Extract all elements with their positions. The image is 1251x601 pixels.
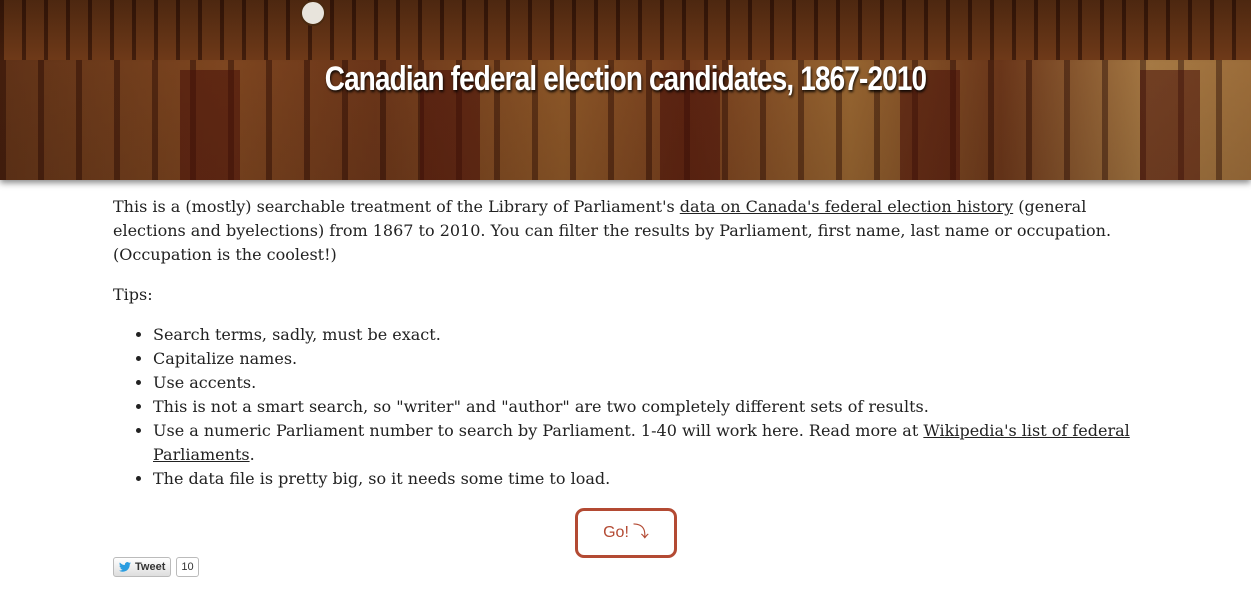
intro-paragraph: This is a (mostly) searchable treatment … bbox=[113, 195, 1143, 267]
tip-item: The data file is pretty big, so it needs… bbox=[153, 467, 1143, 491]
tip-item: Use accents. bbox=[153, 371, 1143, 395]
tips-list: Search terms, sadly, must be exact. Capi… bbox=[113, 323, 1143, 491]
main-content: This is a (mostly) searchable treatment … bbox=[113, 195, 1143, 507]
go-button-label: Go! bbox=[603, 524, 629, 541]
go-button-wrap: Go! ⤵ bbox=[575, 508, 677, 558]
curved-arrow-icon: ⤵ bbox=[632, 524, 649, 541]
tweet-button[interactable]: Tweet bbox=[113, 557, 172, 577]
election-history-link[interactable]: data on Canada's federal election histor… bbox=[680, 197, 1013, 216]
tip-item: Capitalize names. bbox=[153, 347, 1143, 371]
tip-item-parliament: Use a numeric Parliament number to searc… bbox=[153, 419, 1143, 467]
tweet-label: Tweet bbox=[135, 561, 166, 573]
intro-text-start: This is a (mostly) searchable treatment … bbox=[113, 197, 680, 216]
twitter-bird-icon bbox=[119, 562, 131, 572]
page-title: Canadian federal election candidates, 18… bbox=[324, 60, 927, 98]
go-button[interactable]: Go! ⤵ bbox=[575, 508, 677, 558]
tips-heading: Tips: bbox=[113, 285, 153, 304]
tweet-count: 10 bbox=[176, 557, 199, 577]
tip-item: This is not a smart search, so "writer" … bbox=[153, 395, 1143, 419]
banner-ceiling bbox=[0, 0, 1251, 60]
header-banner: Canadian federal election candidates, 18… bbox=[0, 0, 1251, 180]
tip-item: Search terms, sadly, must be exact. bbox=[153, 323, 1143, 347]
tweet-widget: Tweet 10 bbox=[113, 557, 199, 577]
tip-text-end: . bbox=[249, 445, 255, 464]
tip-text: Use a numeric Parliament number to searc… bbox=[153, 421, 924, 440]
clock-icon bbox=[300, 0, 326, 26]
